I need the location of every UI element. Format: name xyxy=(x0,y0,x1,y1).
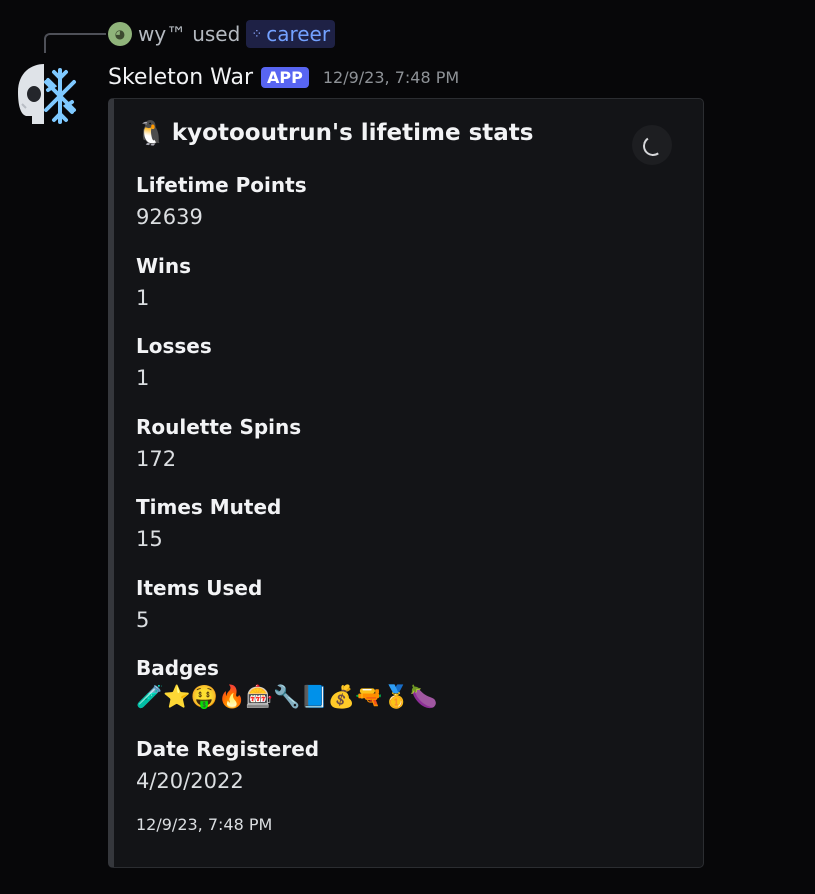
field-value: 92639 xyxy=(136,205,203,229)
field-value: 4/20/2022 xyxy=(136,768,244,793)
app-badge: APP xyxy=(261,66,309,88)
field-name: Wins xyxy=(136,253,192,278)
medal-badge-icon[interactable]: 🥇 xyxy=(383,682,410,714)
embed-footer-timestamp: 12/9/23, 7:48 PM xyxy=(136,815,273,834)
money-face-badge-icon[interactable]: 🤑 xyxy=(191,682,218,714)
badge-list: 🧪 ⭐ 🤑 🔥 🎰 🔧 📘 💰 🔫 🥇 🍆 xyxy=(136,682,656,714)
field-value: 172 xyxy=(136,446,177,471)
embed-field: Losses 1 xyxy=(136,332,656,413)
reply-username[interactable]: wy™ xyxy=(138,22,186,46)
bot-name[interactable]: Skeleton War xyxy=(108,65,253,90)
penguin-icon: 🐧 xyxy=(136,119,166,147)
command-icon: ⁘ xyxy=(251,26,263,42)
field-name: Times Muted xyxy=(136,495,282,519)
embed-field: Roulette Spins 172 xyxy=(136,413,656,494)
field-value: 1 xyxy=(136,366,150,390)
embed-field: Date Registered 4/20/2022 xyxy=(136,735,656,816)
message-header: Skeleton War APP 12/9/23, 7:48 PM xyxy=(108,60,459,94)
field-value: 1 xyxy=(136,285,150,310)
star-badge-icon[interactable]: ⭐ xyxy=(163,682,190,714)
wrench-badge-icon[interactable]: 🔧 xyxy=(273,682,300,714)
embed-title: 🐧 kyotooutrun's lifetime stats xyxy=(136,119,534,147)
bot-avatar[interactable] xyxy=(10,58,82,130)
field-value: 5 xyxy=(136,607,150,632)
fire-badge-icon[interactable]: 🔥 xyxy=(218,682,245,714)
command-name: career xyxy=(266,22,331,46)
reply-connector-line xyxy=(44,33,106,53)
embed-field: Times Muted 15 xyxy=(136,493,656,574)
field-name: Date Registered xyxy=(136,736,320,761)
embed-field: Wins 1 xyxy=(136,252,656,333)
eggplant-badge-icon[interactable]: 🍆 xyxy=(410,682,437,714)
message-timestamp[interactable]: 12/9/23, 7:48 PM xyxy=(323,68,459,87)
embed-title-text: kyotooutrun's lifetime stats xyxy=(171,120,534,146)
reply-user-avatar[interactable]: ◕ xyxy=(108,22,132,46)
field-name: Losses xyxy=(136,334,212,358)
reply-action-text: used xyxy=(192,22,241,46)
water-gun-badge-icon[interactable]: 🔫 xyxy=(355,682,382,714)
money-bag-badge-icon[interactable]: 💰 xyxy=(328,682,355,714)
embed-thumbnail[interactable] xyxy=(632,125,672,165)
embed-field: Lifetime Points 92639 xyxy=(136,171,656,252)
stats-embed: 🐧 kyotooutrun's lifetime stats Lifetime … xyxy=(108,98,704,868)
reply-context[interactable]: ◕ wy™ used ⁘ career xyxy=(108,20,336,48)
field-name: Lifetime Points xyxy=(136,173,307,197)
field-name: Badges xyxy=(136,656,219,680)
slot-machine-badge-icon[interactable]: 🎰 xyxy=(246,682,273,714)
slash-command-pill[interactable]: ⁘ career xyxy=(246,20,336,48)
badges-field: Badges 🧪 ⭐ 🤑 🔥 🎰 🔧 📘 💰 🔫 🥇 🍆 xyxy=(136,654,656,735)
field-name: Items Used xyxy=(136,575,263,600)
field-name: Roulette Spins xyxy=(136,414,302,439)
field-value: 15 xyxy=(136,527,163,551)
embed-field: Items Used 5 xyxy=(136,574,656,655)
book-badge-icon[interactable]: 📘 xyxy=(300,682,327,714)
potion-badge-icon[interactable]: 🧪 xyxy=(136,682,163,714)
embed-fields: Lifetime Points 92639 Wins 1 Losses 1 Ro… xyxy=(136,171,656,815)
